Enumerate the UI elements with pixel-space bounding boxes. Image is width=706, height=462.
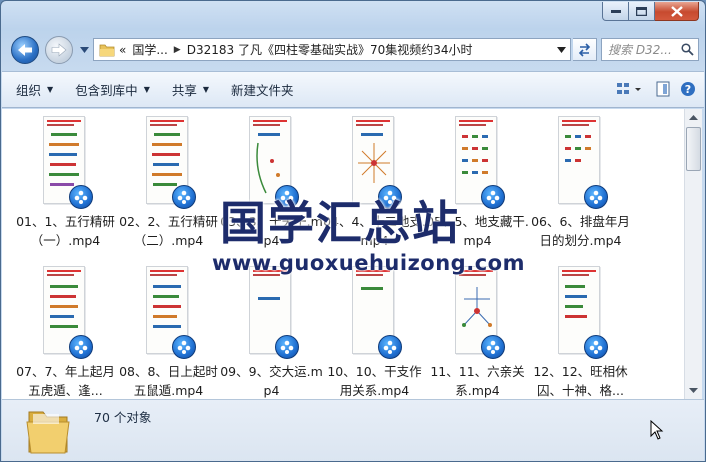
explorer-window: « 国学... ▶ D32183 了凡《四柱零基础实战》70集视频约34小时 搜… [0, 0, 706, 462]
minimize-icon [610, 10, 621, 13]
search-placeholder: 搜索 D32... [608, 43, 672, 57]
file-name: 02、2、五行精研（二）.mp4 [119, 214, 218, 248]
breadcrumb-separator-icon[interactable]: ▶ [174, 45, 181, 55]
recent-pages-dropdown[interactable] [79, 44, 89, 56]
file-name: 07、7、年上起月五虎遁、逢... [16, 364, 115, 398]
file-item[interactable]: 11、11、六亲关系.mp4 [426, 266, 529, 399]
media-player-badge-icon [481, 335, 505, 359]
breadcrumb-current[interactable]: D32183 了凡《四柱零基础实战》70集视频约34小时 [187, 41, 473, 58]
file-item[interactable]: 07、7、年上起月五虎遁、逢... [14, 266, 117, 399]
include-in-library-button[interactable]: 包含到库中 ▼ [67, 80, 158, 99]
file-name: 08、8、日上起时五鼠遁.mp4 [119, 364, 218, 398]
breadcrumb-parent[interactable]: 国学... [132, 41, 167, 58]
file-name: 06、6、排盘年月日的划分.mp4 [531, 214, 630, 248]
file-item[interactable]: 06、6、排盘年月日的划分.mp4 [529, 116, 632, 266]
folder-icon [26, 411, 70, 454]
share-button[interactable]: 共享 ▼ [164, 80, 217, 99]
organize-label: 组织 [16, 83, 42, 98]
close-button[interactable] [655, 2, 699, 21]
change-view-icon[interactable] [616, 81, 646, 97]
chevron-down-icon: ▼ [143, 85, 150, 94]
file-list-view[interactable]: 01、1、五行精研（一）.mp4 02、2、五行精研（二）.mp4 03、3、十… [2, 109, 684, 399]
media-player-badge-icon [584, 335, 608, 359]
maximize-button[interactable] [629, 2, 655, 21]
new-folder-button[interactable]: 新建文件夹 [223, 80, 302, 99]
search-input[interactable]: 搜索 D32... [601, 38, 699, 61]
close-icon [670, 5, 683, 17]
help-icon[interactable]: ? [680, 81, 696, 97]
media-player-badge-icon [69, 335, 93, 359]
media-player-badge-icon [378, 335, 402, 359]
file-item[interactable]: 08、8、日上起时五鼠遁.mp4 [117, 266, 220, 399]
address-overflow-chevron[interactable]: « [119, 43, 126, 57]
chevron-down-icon: ▼ [202, 85, 210, 94]
svg-text:?: ? [685, 83, 691, 96]
watermark-url: www.guoxuehuizong.com [212, 251, 525, 275]
navigation-row: « 国学... ▶ D32183 了凡《四柱零基础实战》70集视频约34小时 搜… [9, 34, 699, 66]
media-player-badge-icon [172, 185, 196, 209]
media-player-badge-icon [69, 185, 93, 209]
media-player-badge-icon [275, 335, 299, 359]
item-count: 70 个对象 [94, 410, 152, 425]
address-bar[interactable]: « 国学... ▶ D32183 了凡《四柱零基础实战》70集视频约34小时 [93, 38, 571, 61]
include-in-library-label: 包含到库中 [75, 83, 138, 98]
back-button[interactable] [11, 36, 39, 64]
media-player-badge-icon [172, 335, 196, 359]
refresh-icon [578, 42, 591, 57]
scroll-up-button[interactable] [685, 109, 702, 126]
scroll-down-button[interactable] [685, 382, 702, 399]
chevron-down-icon [689, 388, 698, 393]
back-arrow-icon [18, 44, 32, 56]
file-item[interactable]: 09、9、交大运.mp4 [220, 266, 323, 399]
media-player-badge-icon [481, 185, 505, 209]
preview-pane-icon[interactable] [656, 81, 670, 97]
command-bar: 组织 ▼ 包含到库中 ▼ 共享 ▼ 新建文件夹 ? [2, 71, 704, 108]
mouse-cursor-icon [650, 420, 664, 440]
media-player-badge-icon [584, 185, 608, 209]
forward-button[interactable] [45, 36, 73, 64]
vertical-scrollbar[interactable] [684, 109, 702, 399]
chevron-down-icon [79, 47, 89, 53]
organize-button[interactable]: 组织 ▼ [8, 80, 61, 99]
scrollbar-thumb[interactable] [686, 127, 701, 171]
caption-buttons [602, 2, 699, 21]
file-name: 01、1、五行精研（一）.mp4 [16, 214, 115, 248]
watermark-title: 国学汇总站 [220, 196, 460, 250]
new-folder-label: 新建文件夹 [231, 83, 294, 98]
file-item[interactable]: 01、1、五行精研（一）.mp4 [14, 116, 117, 266]
file-item[interactable]: 12、12、旺相休囚、十神、格... [529, 266, 632, 399]
chevron-up-icon [689, 115, 698, 120]
file-name: 11、11、六亲关系.mp4 [430, 364, 525, 398]
search-icon[interactable] [681, 43, 694, 56]
refresh-button[interactable] [573, 38, 597, 61]
file-item[interactable]: 02、2、五行精研（二）.mp4 [117, 116, 220, 266]
file-item[interactable]: 10、10、干支作用关系.mp4 [323, 266, 426, 399]
forward-arrow-icon [51, 43, 67, 57]
chevron-down-icon: ▼ [47, 85, 54, 94]
file-name: 12、12、旺相休囚、十神、格... [533, 364, 628, 398]
address-dropdown-icon[interactable] [557, 47, 566, 53]
file-name: 10、10、干支作用关系.mp4 [327, 364, 422, 398]
maximize-icon [636, 6, 647, 16]
share-label: 共享 [171, 83, 197, 98]
minimize-button[interactable] [602, 2, 629, 21]
details-pane: 70 个对象 [2, 399, 704, 461]
view-controls: ? [616, 81, 696, 97]
folder-icon [99, 44, 115, 56]
file-name: 09、9、交大运.mp4 [220, 364, 323, 398]
